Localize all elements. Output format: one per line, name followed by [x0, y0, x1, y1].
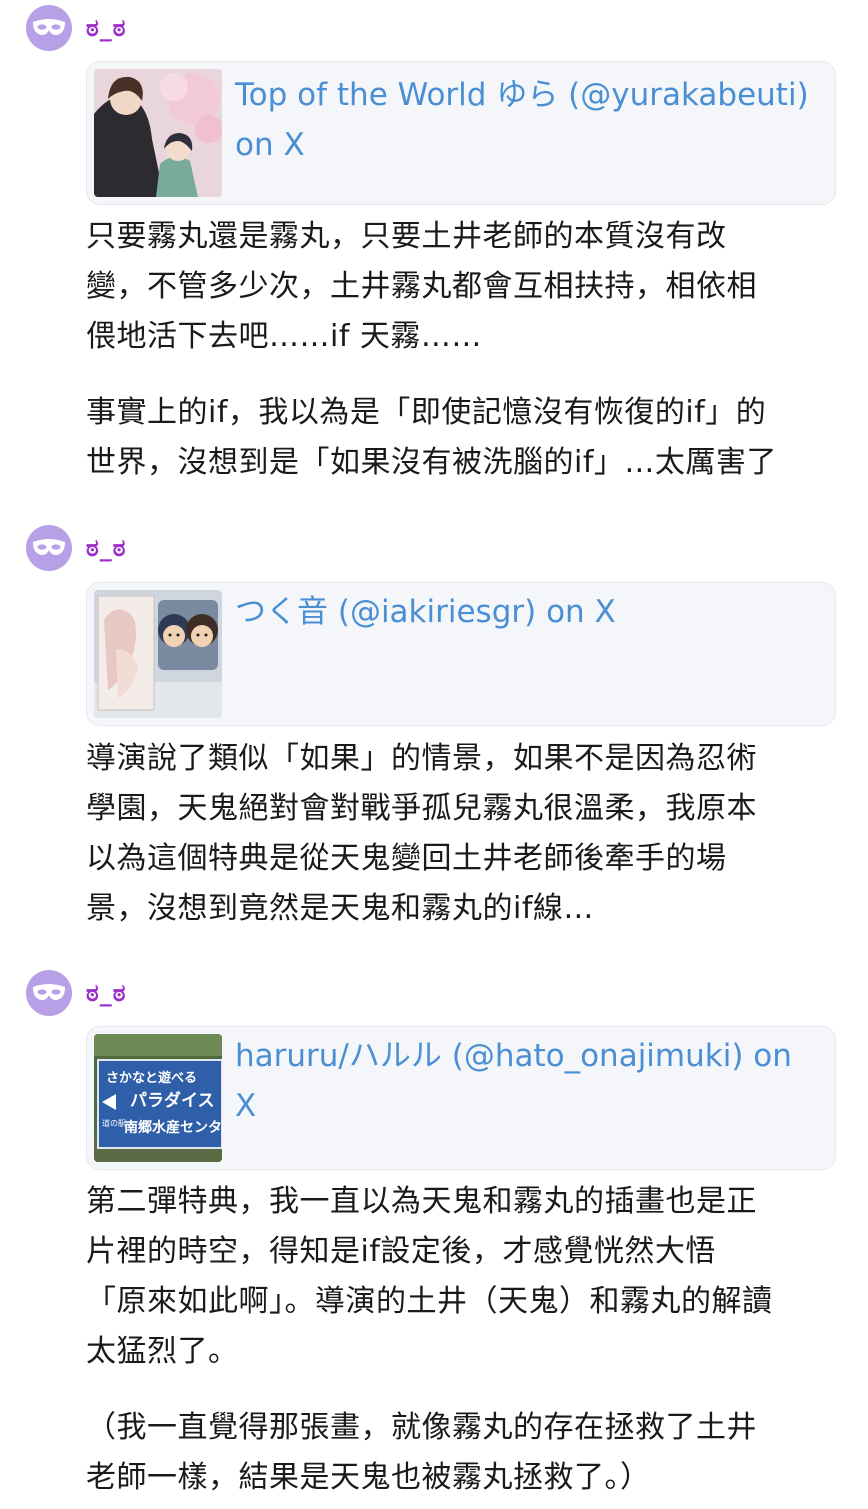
- avatar[interactable]: [26, 970, 72, 1016]
- text-line: 太猛烈了。: [86, 1334, 239, 1369]
- link-preview-card[interactable]: Top of the World ゆら (@yurakabeuti) on X: [86, 61, 836, 205]
- username[interactable]: ಠ_ಠ: [86, 979, 126, 1007]
- post-feed: ಠ_ಠ Top of the World ゆら (@yurakabeuti) o…: [0, 0, 868, 1509]
- link-preview-card[interactable]: さかなと遊べる パラダイス 道の駅 南郷水産センター haruru/ハルル (@…: [86, 1026, 836, 1170]
- text-line: 「原來如此啊」。導演的土井（天鬼）和霧丸的解讀: [86, 1284, 773, 1319]
- link-title-line: Top of the World ゆら (@yurakabeuti): [235, 77, 809, 113]
- sign-text: 南郷水産センター: [124, 1119, 222, 1136]
- avatar[interactable]: [26, 525, 72, 571]
- paragraph: 導演說了類似「如果」的情景，如果不是因為忍術 學園，天鬼絕對會對戰爭孤兒霧丸很溫…: [86, 734, 846, 934]
- post-body: 導演說了類似「如果」的情景，如果不是因為忍術 學園，天鬼絕對會對戰爭孤兒霧丸很溫…: [86, 734, 846, 934]
- sign-text: パラダイス: [130, 1090, 215, 1111]
- text-line: 學園，天鬼絕對會對戰爭孤兒霧丸很溫柔，我原本: [86, 791, 757, 826]
- username[interactable]: ಠ_ಠ: [86, 534, 126, 562]
- post-1: ಠ_ಠ Top of the World ゆら (@yurakabeuti) o…: [0, 0, 868, 500]
- text-line: 以為這個特典是從天鬼變回土井老師後牽手的場: [86, 841, 727, 876]
- thumbnail-image: [94, 69, 222, 197]
- post-header: ಠ_ಠ: [26, 4, 126, 52]
- link-title-line: on X: [235, 127, 305, 163]
- sign-text: さかなと遊べる: [106, 1070, 197, 1086]
- text-line: 只要霧丸還是霧丸，只要土井老師的本質沒有改: [86, 219, 727, 254]
- text-line: 世界，沒想到是「如果沒有被洗腦的if」…太厲害了: [86, 445, 777, 480]
- text-line: 第二彈特典，我一直以為天鬼和霧丸的插畫也是正: [86, 1184, 757, 1219]
- paragraph: （我一直覺得那張畫，就像霧丸的存在拯救了土井 老師一樣，結果是天鬼也被霧丸拯救了…: [86, 1403, 846, 1503]
- thumbnail-image: さかなと遊べる パラダイス 道の駅 南郷水産センター: [94, 1034, 222, 1162]
- post-body: 只要霧丸還是霧丸，只要土井老師的本質沒有改 變，不管多少次，土井霧丸都會互相扶持…: [86, 212, 846, 488]
- link-title[interactable]: つく音 (@iakiriesgr) on X: [235, 587, 815, 637]
- link-title[interactable]: haruru/ハルル (@hato_onajimuki) on X: [235, 1031, 815, 1131]
- mask-icon: [33, 984, 65, 1000]
- username[interactable]: ಠ_ಠ: [86, 14, 126, 42]
- link-title[interactable]: Top of the World ゆら (@yurakabeuti) on X: [235, 70, 815, 170]
- link-title-line: つく音 (@iakiriesgr) on X: [235, 594, 616, 630]
- link-preview-card[interactable]: つく音 (@iakiriesgr) on X: [86, 582, 836, 726]
- text-line: 偎地活下去吧……if 天霧……: [86, 319, 482, 354]
- text-line: 景，沒想到竟然是天鬼和霧丸的if線…: [86, 891, 594, 926]
- paragraph: 只要霧丸還是霧丸，只要土井老師的本質沒有改 變，不管多少次，土井霧丸都會互相扶持…: [86, 212, 846, 362]
- text-line: 變，不管多少次，土井霧丸都會互相扶持，相依相: [86, 269, 757, 304]
- text-line: 事實上的if，我以為是「即使記憶沒有恢復的if」的: [86, 395, 767, 430]
- post-header: ಠ_ಠ: [26, 969, 126, 1017]
- paragraph: 事實上的if，我以為是「即使記憶沒有恢復的if」的 世界，沒想到是「如果沒有被洗…: [86, 388, 846, 488]
- post-3: ಠ_ಠ さかなと遊べる パラダイス 道の駅 南郷水産センター haruru/ハル…: [0, 965, 868, 1509]
- link-title-line: haruru/ハルル (@hato_onajimuki) on X: [235, 1038, 792, 1124]
- avatar[interactable]: [26, 5, 72, 51]
- post-header: ಠ_ಠ: [26, 524, 126, 572]
- post-body: 第二彈特典，我一直以為天鬼和霧丸的插畫也是正 片裡的時空，得知是if設定後，才感…: [86, 1177, 846, 1503]
- text-line: 片裡的時空，得知是if設定後，才感覺恍然大悟: [86, 1234, 716, 1269]
- mask-icon: [33, 539, 65, 555]
- text-line: 老師一樣，結果是天鬼也被霧丸拯救了。）: [86, 1460, 651, 1495]
- sign-text: 道の駅: [102, 1118, 126, 1128]
- text-line: 導演說了類似「如果」的情景，如果不是因為忍術: [86, 741, 757, 776]
- text-line: （我一直覺得那張畫，就像霧丸的存在拯救了土井: [86, 1410, 757, 1445]
- paragraph: 第二彈特典，我一直以為天鬼和霧丸的插畫也是正 片裡的時空，得知是if設定後，才感…: [86, 1177, 846, 1377]
- mask-icon: [33, 19, 65, 35]
- thumbnail-image: [94, 590, 222, 718]
- post-2: ಠ_ಠ つく音 (@iakiriesgr) on X 導演說了類似「如果」的情景…: [0, 520, 868, 940]
